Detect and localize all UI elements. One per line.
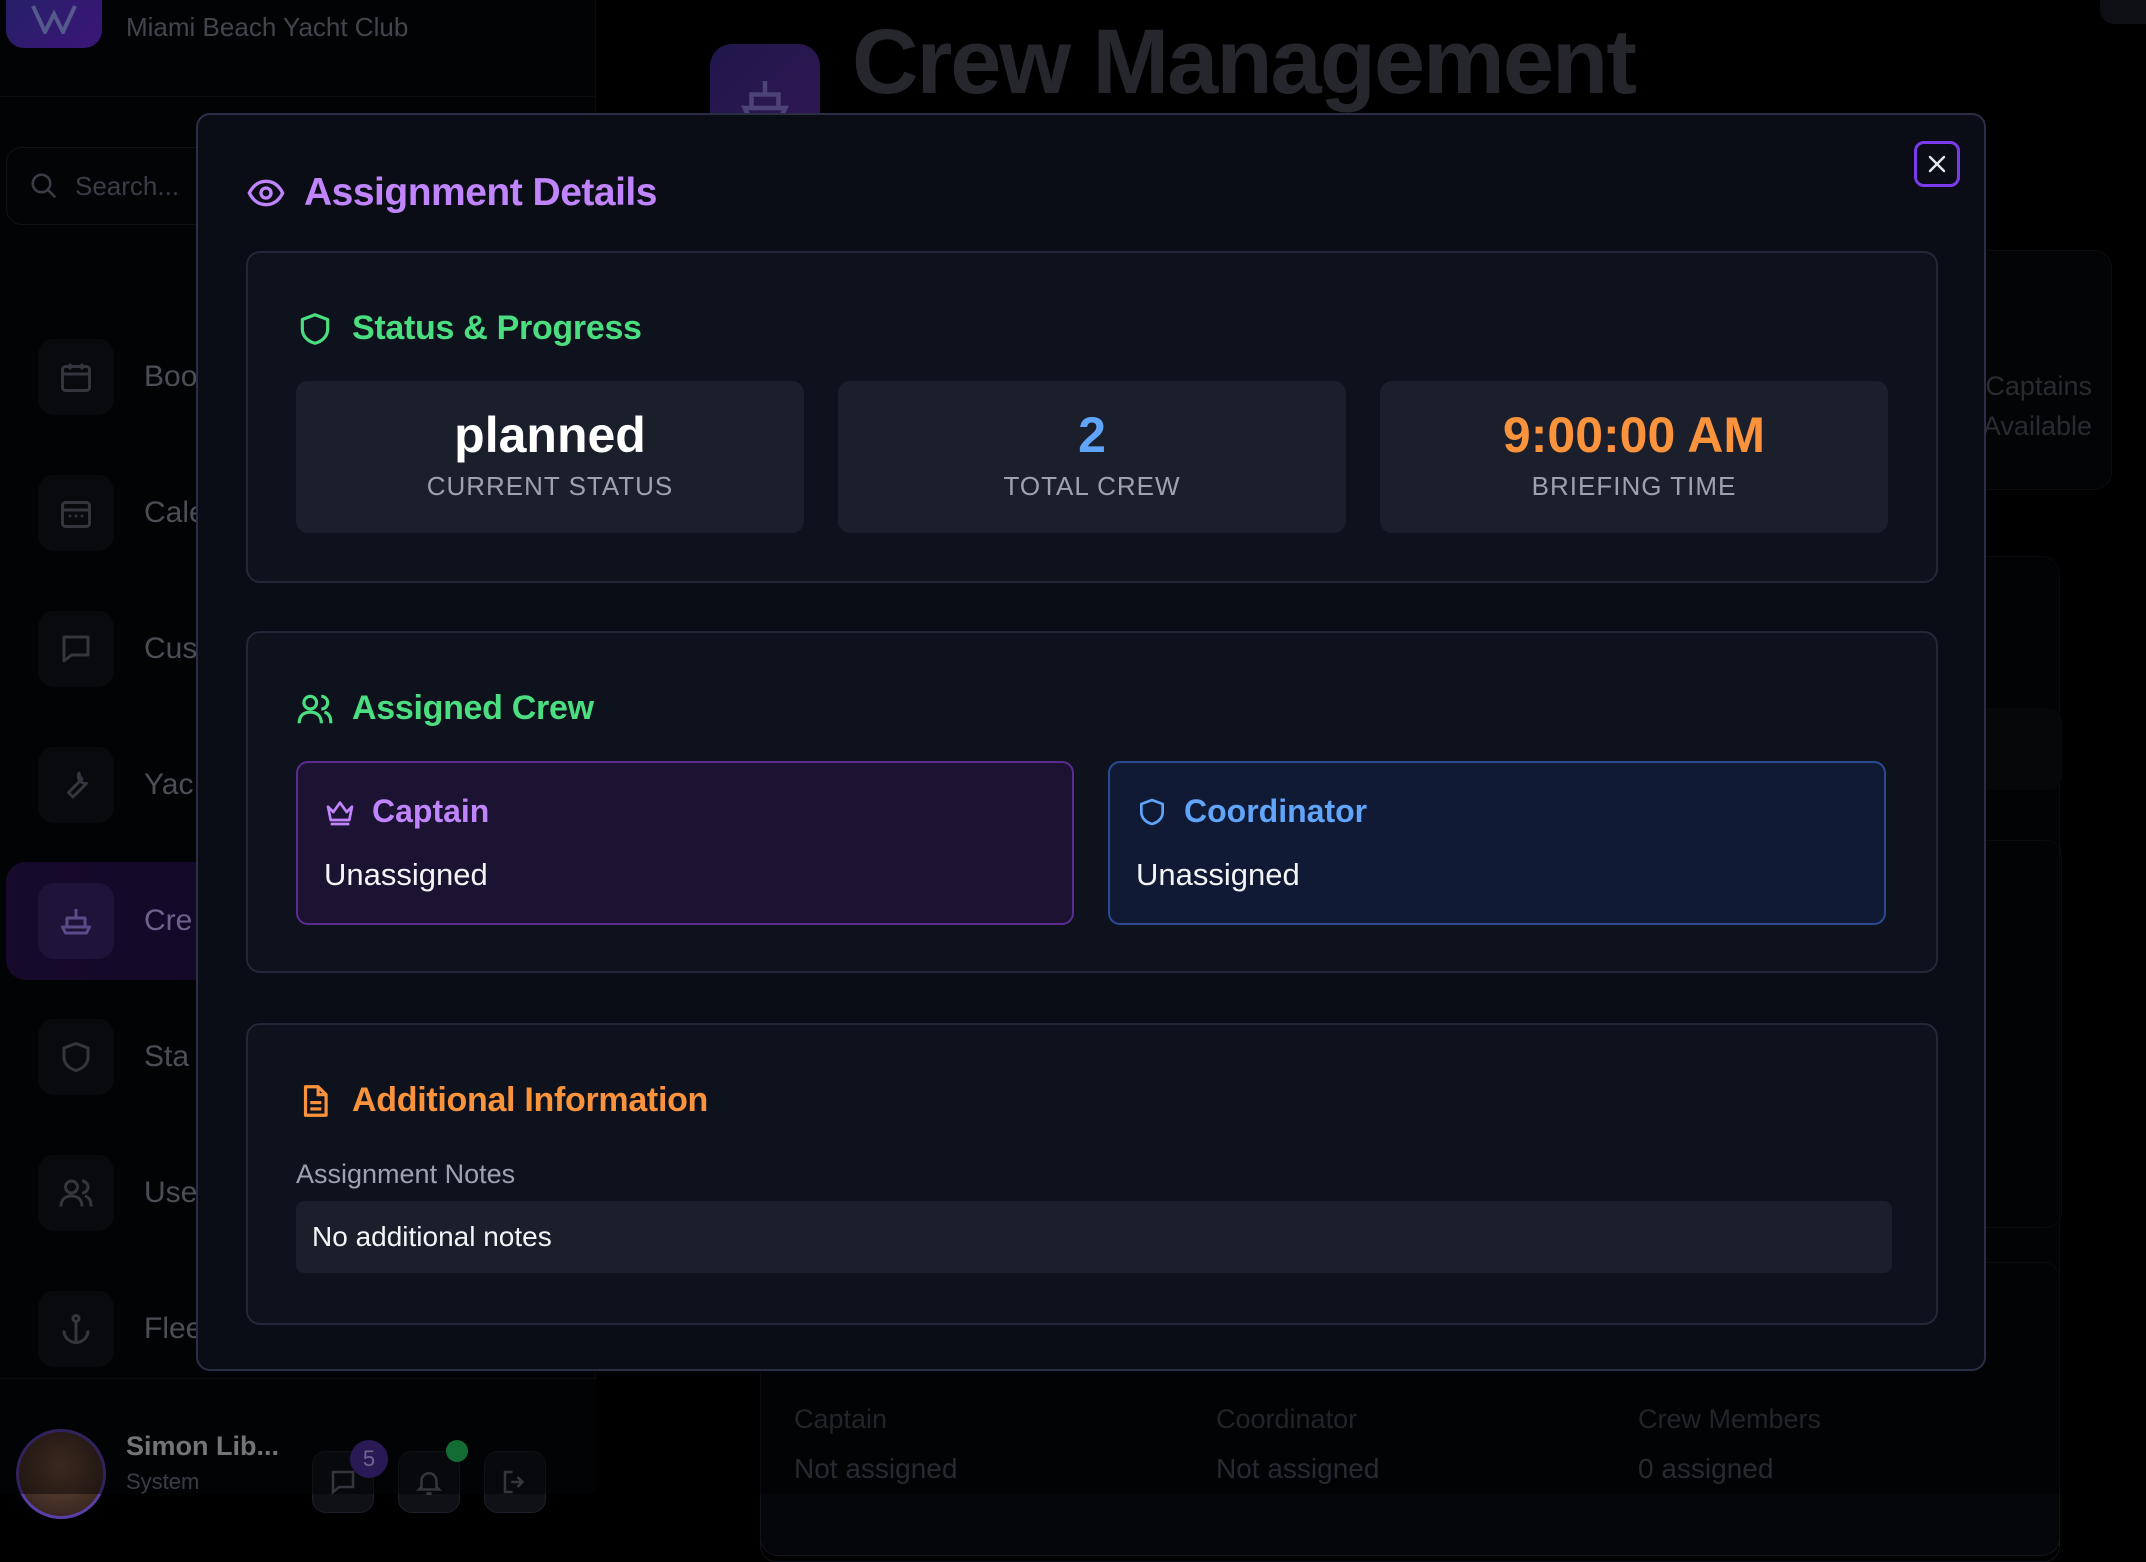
additional-info-section: Additional Information Assignment Notes … — [246, 1023, 1938, 1325]
crew-name: Unassigned — [1136, 857, 1300, 893]
stat-value: 2 — [838, 407, 1346, 463]
assigned-crew-section: Assigned Crew Captain Unassigned Coordin… — [246, 631, 1938, 973]
crew-name: Unassigned — [324, 857, 488, 893]
section-title-text: Status & Progress — [352, 309, 642, 348]
section-title-text: Assigned Crew — [352, 689, 594, 728]
notes-value: No additional notes — [296, 1201, 1892, 1273]
notes-label: Assignment Notes — [296, 1159, 515, 1190]
stat-value: planned — [296, 407, 804, 463]
crew-role-text: Coordinator — [1184, 793, 1367, 830]
total-crew-stat: 2 Total Crew — [838, 381, 1346, 533]
stat-value: 9:00:00 AM — [1380, 407, 1888, 463]
stat-label: Current Status — [296, 471, 804, 502]
section-title: Status & Progress — [296, 309, 642, 348]
briefing-time-stat: 9:00:00 AM Briefing Time — [1380, 381, 1888, 533]
captain-card: Captain Unassigned — [296, 761, 1074, 925]
assignment-details-modal: Assignment Details Status & Progress pla… — [196, 113, 1986, 1371]
modal-title-text: Assignment Details — [304, 171, 657, 215]
section-title: Additional Information — [296, 1081, 708, 1120]
shield-icon — [296, 310, 334, 348]
section-title: Assigned Crew — [296, 689, 594, 728]
stat-label: Briefing Time — [1380, 471, 1888, 502]
coordinator-card: Coordinator Unassigned — [1108, 761, 1886, 925]
status-progress-section: Status & Progress planned Current Status… — [246, 251, 1938, 583]
users-icon — [296, 690, 334, 728]
close-button[interactable] — [1914, 141, 1960, 187]
crew-role: Captain — [324, 793, 489, 830]
modal-title: Assignment Details — [246, 171, 657, 215]
close-icon — [1925, 152, 1949, 176]
current-status-stat: planned Current Status — [296, 381, 804, 533]
eye-icon — [246, 173, 286, 213]
crown-icon — [324, 796, 356, 828]
section-title-text: Additional Information — [352, 1081, 708, 1120]
shield-icon — [1136, 796, 1168, 828]
stat-label: Total Crew — [838, 471, 1346, 502]
document-icon — [296, 1082, 334, 1120]
crew-role-text: Captain — [372, 793, 489, 830]
crew-role: Coordinator — [1136, 793, 1367, 830]
